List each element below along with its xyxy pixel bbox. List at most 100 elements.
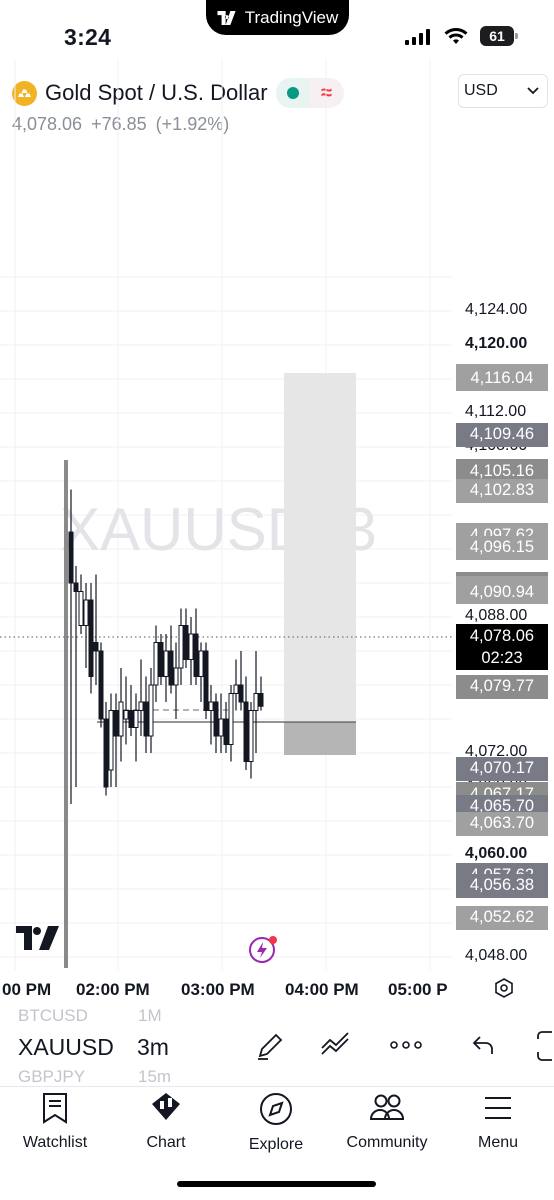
battery-indicator: 61 — [480, 26, 518, 46]
candle-body — [198, 650, 204, 677]
candle-body — [188, 633, 194, 660]
candle-body — [83, 599, 89, 626]
candle-body — [248, 710, 254, 762]
tab-label-watchlist: Watchlist — [22, 1134, 88, 1151]
candle-body — [218, 718, 224, 737]
status-time: 3:24 — [64, 24, 112, 50]
time-axis-label: 05:00 P — [388, 980, 448, 999]
candle-body — [93, 642, 99, 652]
wifi-icon — [444, 28, 468, 44]
symbol-selector[interactable]: XAUUSD — [18, 1034, 114, 1061]
candle-body — [178, 625, 184, 669]
candle-body — [183, 625, 189, 660]
signal-icon — [405, 29, 430, 45]
drawing-pen-icon[interactable] — [254, 1030, 286, 1062]
candle-body — [158, 642, 164, 677]
current-price-value: 4,078.06 — [469, 627, 535, 645]
candle-body — [98, 650, 104, 720]
candle-body — [118, 701, 124, 737]
chart-settings-icon[interactable] — [494, 978, 514, 998]
candle-body — [228, 693, 234, 745]
axis-price-label: 4,048.00 — [465, 947, 528, 964]
candle-body — [88, 599, 94, 677]
price-chart[interactable]: XAUUSD, 3 — [0, 60, 554, 980]
current-price-badge: 4,078.06 02:23 — [456, 624, 548, 670]
candle-body — [73, 582, 79, 592]
candle-body — [148, 684, 154, 737]
home-indicator — [177, 1181, 376, 1187]
tab-community[interactable]: Community — [337, 1092, 437, 1152]
community-icon — [369, 1094, 405, 1120]
candle-body — [138, 701, 144, 711]
tab-watchlist[interactable]: Watchlist — [5, 1092, 105, 1152]
time-axis-label: 03:00 PM — [181, 980, 255, 999]
axis-price-label: 4,120.00 — [465, 335, 528, 352]
fullscreen-icon[interactable] — [536, 1030, 554, 1062]
undo-icon[interactable] — [472, 1034, 496, 1056]
candle-body — [153, 642, 159, 686]
price-level-label: 4,090.94 — [456, 580, 548, 604]
candle-body — [123, 710, 129, 720]
candle-body — [103, 718, 109, 788]
position-stop-zone[interactable] — [284, 722, 356, 755]
price-level-label: 4,056.38 — [456, 873, 548, 898]
ghost-interval-below: 15m — [138, 1067, 172, 1086]
bar-countdown: 02:23 — [481, 649, 523, 667]
candle-body — [238, 684, 244, 703]
candle-body — [253, 693, 259, 711]
candle-body — [113, 710, 119, 737]
candle-body — [68, 531, 74, 584]
ghost-interval-above: 1M — [138, 1006, 162, 1025]
candle-body — [163, 650, 169, 677]
candle-body — [223, 718, 229, 745]
candle-body — [243, 701, 249, 762]
more-options-icon[interactable] — [390, 1040, 422, 1050]
chart-icon — [152, 1093, 180, 1120]
candle-body — [233, 684, 239, 694]
ghost-symbol-above: BTCUSD — [18, 1006, 88, 1025]
time-axis-label: 02:00 PM — [76, 980, 150, 999]
ghost-symbol-below: GBPJPY — [18, 1067, 86, 1086]
candle-body — [213, 701, 219, 737]
dynamic-island: TradingView — [206, 0, 349, 35]
tab-chart[interactable]: Chart — [116, 1092, 216, 1152]
candle-body — [128, 710, 134, 728]
tradingview-watermark-icon — [16, 926, 59, 950]
axis-price-label: 4,060.00 — [465, 845, 528, 862]
compass-icon — [260, 1093, 292, 1125]
axis-price-label: 4,088.00 — [465, 607, 528, 624]
candle-body — [108, 710, 114, 771]
axis-price-label: 4,124.00 — [465, 301, 528, 318]
watchlist-icon — [43, 1093, 67, 1124]
price-level-label: 4,109.46 — [456, 422, 548, 447]
tab-explore[interactable]: Explore — [226, 1092, 326, 1154]
tab-label-explore: Explore — [248, 1136, 304, 1153]
trend-tools-icon[interactable] — [320, 1030, 354, 1062]
tab-menu[interactable]: Menu — [448, 1092, 548, 1152]
time-axis-label: 00 PM — [2, 980, 52, 999]
menu-icon — [485, 1097, 511, 1119]
price-level-label: 4,070.17 — [456, 756, 548, 781]
time-axis-label: 04:00 PM — [285, 980, 359, 999]
interval-selector[interactable]: 3m — [137, 1034, 169, 1061]
candle-body — [173, 667, 179, 686]
candle-body — [168, 650, 174, 686]
position-profit-zone[interactable] — [284, 373, 356, 721]
candle-body — [133, 710, 139, 728]
tab-label-menu: Menu — [477, 1134, 519, 1151]
tab-label-chart: Chart — [146, 1134, 186, 1151]
candle-body — [143, 701, 149, 737]
price-level-label: 4,116.04 — [456, 366, 548, 391]
axis-price-label: 4,112.00 — [465, 403, 527, 420]
price-level-label: 4,096.15 — [456, 535, 548, 560]
tab-label-community: Community — [346, 1134, 428, 1151]
tradingview-logo-icon — [217, 10, 236, 25]
candle-body — [208, 701, 214, 711]
flash-alert-icon[interactable] — [248, 934, 278, 964]
island-brand: TradingView — [244, 7, 339, 27]
price-level-label: 4,079.77 — [456, 674, 548, 699]
price-level-label: 4,063.70 — [456, 811, 548, 836]
candle-body — [203, 650, 209, 711]
candle-body — [193, 633, 199, 677]
candle-body — [78, 591, 84, 626]
